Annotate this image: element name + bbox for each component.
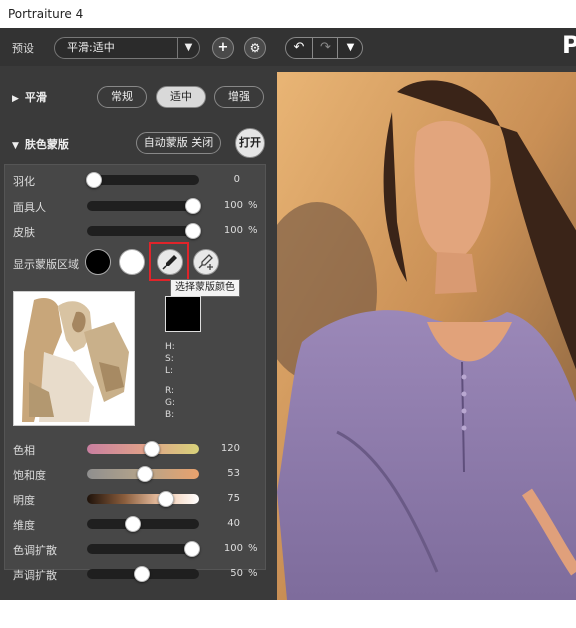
collapse-right-icon: ▶ bbox=[12, 94, 19, 104]
highlight-box bbox=[149, 242, 189, 281]
adjust-value: 120 bbox=[220, 443, 240, 454]
adjust-value: 40 bbox=[227, 518, 240, 529]
app-window: 预设 平滑:适中 ▼ + ⚙ ↶ ↷ ▼ P ▶ 平滑 常规 适中 增强 ▼ 肤色蒙… bbox=[0, 28, 576, 600]
fuzziness-label: 面具人 bbox=[13, 201, 46, 214]
skin-mask-section-header[interactable]: ▼ 肤色蒙版 bbox=[12, 136, 69, 152]
mask-color-preview bbox=[165, 296, 201, 332]
adjust-slider[interactable] bbox=[87, 494, 199, 504]
adjust-value: 100 bbox=[223, 543, 243, 554]
adjust-knob[interactable] bbox=[143, 441, 160, 457]
fuzziness-knob[interactable] bbox=[185, 198, 201, 214]
mask-preview-image bbox=[14, 292, 134, 425]
feather-slider[interactable] bbox=[87, 175, 199, 185]
adjust-knob[interactable] bbox=[134, 566, 151, 582]
skin-slider[interactable] bbox=[87, 226, 199, 236]
control-panel: ▶ 平滑 常规 适中 增强 ▼ 肤色蒙版 自动蒙版 关闭 打开 羽化 0 面具人 1… bbox=[0, 66, 275, 600]
adjust-slider[interactable] bbox=[87, 544, 199, 554]
adjust-label: 明度 bbox=[13, 494, 35, 507]
smoothing-section-header[interactable]: ▶ 平滑 bbox=[12, 89, 47, 105]
undo-redo-group: ↶ ↷ ▼ bbox=[285, 37, 363, 59]
skin-label: 皮肤 bbox=[13, 226, 35, 239]
adjust-knob[interactable] bbox=[157, 491, 174, 507]
window-title: Portraiture 4 bbox=[0, 0, 576, 28]
history-chevron-icon[interactable]: ▼ bbox=[337, 38, 362, 58]
undo-icon[interactable]: ↶ bbox=[286, 38, 312, 58]
smoothing-normal-button[interactable]: 常规 bbox=[97, 86, 147, 108]
black-swatch[interactable] bbox=[85, 249, 111, 275]
eyedropper-plus-icon bbox=[198, 254, 213, 270]
smoothing-medium-button[interactable]: 适中 bbox=[156, 86, 206, 108]
add-mask-color-button[interactable] bbox=[193, 249, 219, 275]
add-preset-button[interactable]: + bbox=[212, 37, 234, 59]
portrait-photo bbox=[277, 72, 576, 600]
adjust-label: 声调扩散 bbox=[13, 569, 57, 582]
redo-icon[interactable]: ↷ bbox=[312, 38, 338, 58]
adjust-unit: % bbox=[248, 543, 258, 554]
open-mask-button[interactable]: 打开 bbox=[235, 128, 265, 158]
adjust-knob[interactable] bbox=[136, 466, 153, 482]
preview-image[interactable] bbox=[277, 72, 576, 628]
saturation-readout-label: S: bbox=[165, 354, 174, 364]
adjust-value: 50 bbox=[230, 568, 243, 579]
red-readout-label: R: bbox=[165, 386, 175, 396]
preset-value: 平滑:适中 bbox=[67, 41, 115, 54]
feather-label: 羽化 bbox=[13, 175, 35, 188]
chevron-down-icon[interactable]: ▼ bbox=[177, 37, 199, 59]
plus-icon: + bbox=[217, 40, 229, 55]
lightness-readout-label: L: bbox=[165, 366, 174, 376]
adjust-knob[interactable] bbox=[125, 516, 142, 532]
blue-readout-label: B: bbox=[165, 410, 175, 420]
fuzziness-unit: % bbox=[248, 200, 258, 211]
gear-icon: ⚙ bbox=[249, 41, 261, 55]
adjust-label: 色相 bbox=[13, 444, 35, 457]
preset-label: 预设 bbox=[12, 42, 34, 55]
skin-unit: % bbox=[248, 225, 258, 236]
adjust-label: 饱和度 bbox=[13, 469, 46, 482]
hue-readout-label: H: bbox=[165, 342, 175, 352]
auto-mask-toggle[interactable]: 自动蒙版 关闭 bbox=[136, 132, 221, 154]
adjust-slider[interactable] bbox=[87, 519, 199, 529]
collapse-down-icon: ▼ bbox=[12, 141, 19, 151]
tooltip: 选择蒙版颜色 bbox=[170, 279, 240, 297]
skin-value: 100 bbox=[223, 225, 243, 236]
adjust-label: 色调扩散 bbox=[13, 544, 57, 557]
feather-knob[interactable] bbox=[86, 172, 102, 188]
show-mask-label: 显示蒙版区域 bbox=[13, 258, 79, 271]
mask-preview bbox=[13, 291, 135, 426]
adjust-value: 53 bbox=[227, 468, 240, 479]
fuzziness-value: 100 bbox=[223, 200, 243, 211]
adjust-unit: % bbox=[248, 568, 258, 579]
adjust-knob[interactable] bbox=[184, 541, 200, 557]
skin-mask-panel: 羽化 0 面具人 100 % 皮肤 100 % 显示蒙版区域 选择蒙版颜色 H:… bbox=[4, 164, 266, 582]
smoothing-strong-button[interactable]: 增强 bbox=[214, 86, 264, 108]
green-readout-label: G: bbox=[165, 398, 176, 408]
fuzziness-slider[interactable] bbox=[87, 201, 199, 211]
toolbar: 预设 平滑:适中 ▼ + ⚙ ↶ ↷ ▼ P bbox=[0, 28, 576, 66]
settings-button[interactable]: ⚙ bbox=[244, 37, 266, 59]
skin-knob[interactable] bbox=[185, 223, 201, 239]
adjust-value: 75 bbox=[227, 493, 240, 504]
adjust-label: 维度 bbox=[13, 519, 35, 532]
app-logo: P bbox=[562, 31, 576, 59]
white-swatch[interactable] bbox=[119, 249, 145, 275]
feather-value: 0 bbox=[233, 174, 240, 185]
preset-dropdown[interactable]: 平滑:适中 ▼ bbox=[54, 37, 200, 59]
